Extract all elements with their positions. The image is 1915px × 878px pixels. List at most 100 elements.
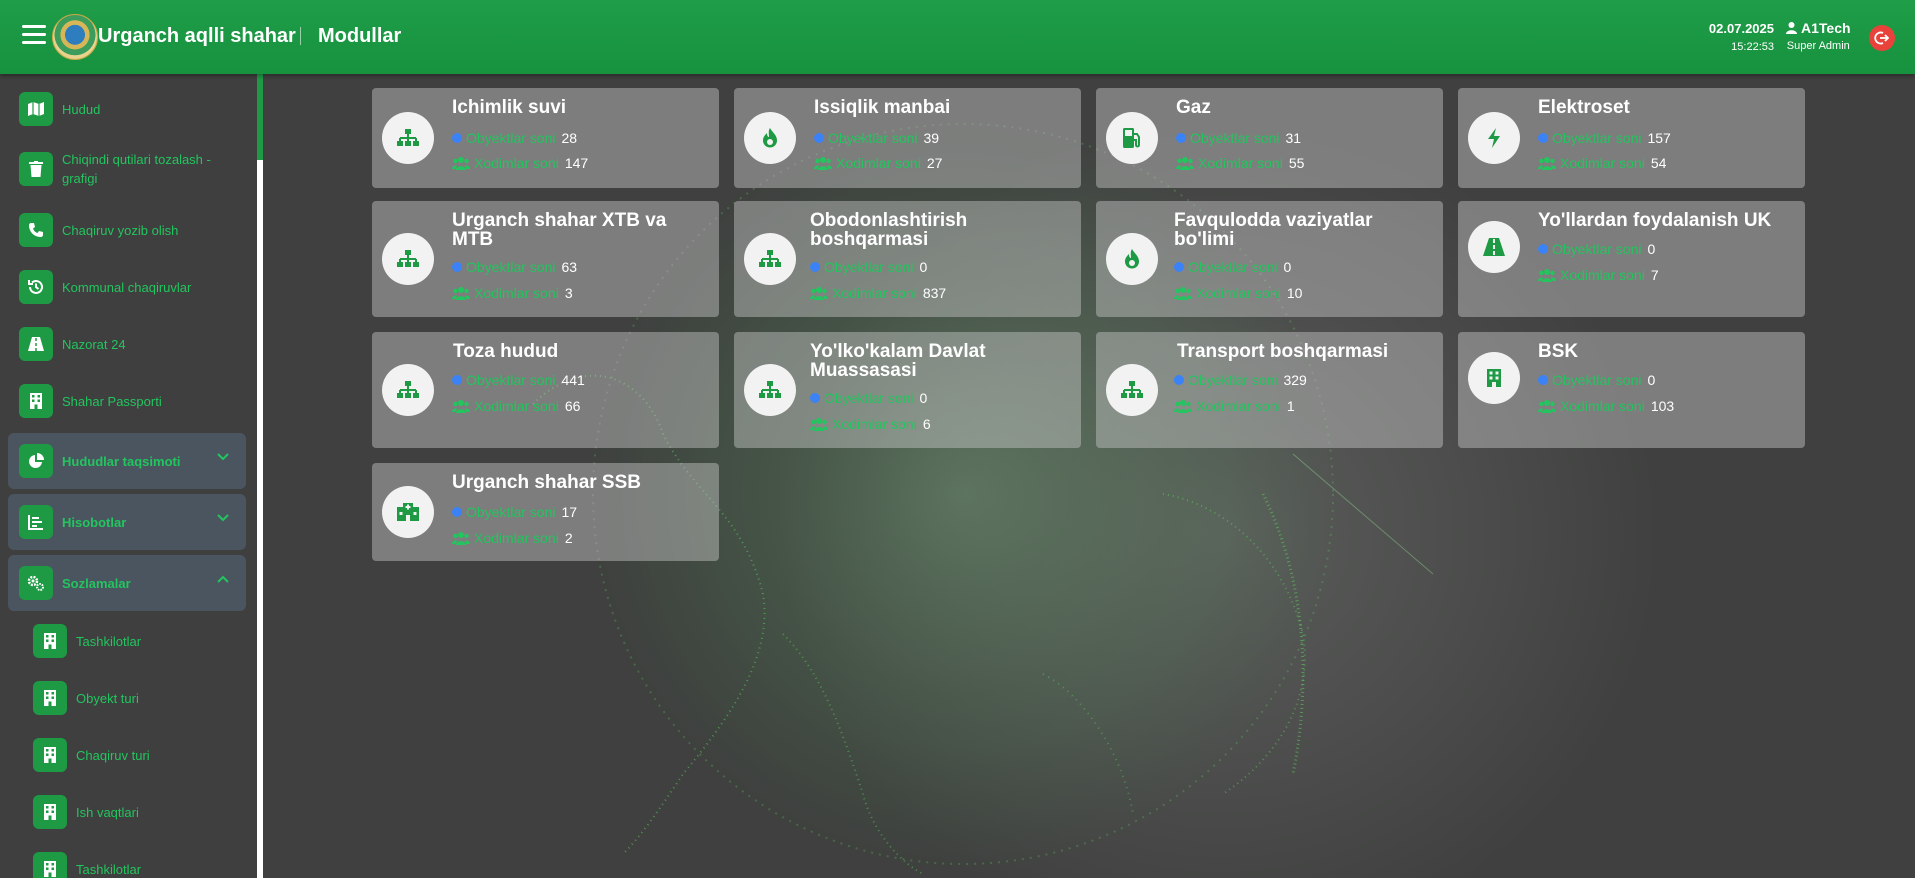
objects-value: 0 [919,390,928,406]
objects-count: Obyektlar soni 17 [452,504,577,520]
sidebar-item-call-record[interactable]: Chaqiruv yozib olish [8,213,246,247]
module-card[interactable]: Elektroset Obyektlar soni 157 Xodimlar so… [1458,88,1805,188]
building-icon [33,681,67,715]
history-icon [19,270,53,304]
module-card[interactable]: Yo'lko'kalam Davlat Muassasasi Obyektlar… [734,332,1081,448]
building-icon [33,795,67,829]
module-card[interactable]: Yo'llardan foydalanish UK Obyektlar soni… [1458,201,1805,317]
sidebar-subitem-organizations[interactable]: Tashkilotlar [8,624,246,658]
users-icon [452,400,470,413]
sidebar-group-label: Sozlamalar [62,575,131,591]
staff-count: Xodimlar soni 147 [452,155,588,171]
module-card[interactable]: Gaz Obyektlar soni 31 Xodimlar soni 55 [1096,88,1443,188]
fire-icon [744,112,796,164]
sidebar: Hudud Chiqindi qutilari tozalash - grafi… [0,74,257,878]
bolt-icon [1468,112,1520,164]
chevron-up-icon [217,575,229,583]
current-time: 15:22:53 [1731,41,1774,53]
sidebar-subitem-organizations-2[interactable]: Tashkilotlar [8,852,246,878]
module-card[interactable]: Obodonlashtirish boshqarmasi Obyektlar s… [734,201,1081,317]
sidebar-item-waste-schedule[interactable]: Chiqindi qutilari tozalash - grafigi [8,150,246,188]
objects-count: Obyektlar soni 63 [452,259,577,275]
objects-count: Obyektlar soni 329 [1174,372,1307,388]
module-card[interactable]: Toza hudud Obyektlar soni 441 Xodimlar so… [372,332,719,448]
menu-toggle-icon[interactable] [22,25,46,45]
module-card[interactable]: Urganch shahar XTB va MTB Obyektlar soni… [372,201,719,317]
users-icon [1176,157,1194,170]
staff-count: Xodimlar soni 1 [1174,398,1295,414]
status-dot-icon [810,262,820,272]
objects-value: 0 [919,259,928,275]
module-title: Elektroset [1538,97,1630,118]
sitemap-icon [744,233,796,285]
app-title: Urganch aqlli shahar [98,25,296,47]
road-icon [19,327,53,361]
staff-value: 66 [564,398,581,414]
sidebar-subitem-object-type[interactable]: Obyekt turi [8,681,246,715]
staff-value: 7 [1650,267,1659,283]
sidebar-item-label: Nazorat 24 [62,336,126,352]
objects-value: 0 [1283,259,1292,275]
staff-count: Xodimlar soni 3 [452,285,573,301]
user-icon [1786,22,1797,34]
module-title: Obodonlashtirish boshqarmasi [810,210,968,250]
status-dot-icon [1538,375,1548,385]
city-emblem-logo [52,14,98,60]
status-dot-icon [1174,375,1184,385]
top-header: Urganch aqlli shahar Modullar 02.07.2025… [0,0,1915,74]
status-dot-icon [1538,244,1548,254]
objects-value: 31 [1285,130,1302,146]
module-card[interactable]: Urganch shahar SSB Obyektlar soni 17 Xodi… [372,463,719,561]
module-card[interactable]: BSK Obyektlar soni 0 Xodimlar soni 103 [1458,332,1805,448]
staff-value: 10 [1286,285,1303,301]
sidebar-item-label: Tashkilotlar [76,861,142,877]
objects-count: Obyektlar soni 441 [452,372,585,388]
sidebar-item-label: Chaqiruv yozib olish [62,222,179,238]
status-dot-icon [452,262,462,272]
objects-value: 17 [561,504,578,520]
staff-value: 3 [564,285,573,301]
objects-count: Obyektlar soni 0 [810,259,927,275]
building-icon [33,852,67,878]
objects-count: Obyektlar soni 0 [1538,372,1655,388]
sitemap-icon [744,364,796,416]
sidebar-item-hudud[interactable]: Hudud [8,92,246,126]
module-card[interactable]: Issiqlik manbai Obyektlar soni 39 Xodimla… [734,88,1081,188]
sidebar-item-communal-calls[interactable]: Kommunal chaqiruvlar [8,270,246,304]
logout-button[interactable] [1869,25,1895,51]
objects-count: Obyektlar soni 31 [1176,130,1301,146]
status-dot-icon [452,507,462,517]
objects-value: 329 [1283,372,1307,388]
sidebar-group-regions[interactable]: Hududlar taqsimoti [8,433,246,489]
sidebar-subitem-work-hours[interactable]: Ish vaqtlari [8,795,246,829]
staff-count: Xodimlar soni 837 [810,285,946,301]
bar-chart-icon [19,505,53,539]
gears-icon [19,566,53,600]
module-card[interactable]: Transport boshqarmasi Obyektlar soni 329 … [1096,332,1443,448]
sitemap-icon [1106,364,1158,416]
sidebar-group-settings[interactable]: Sozlamalar [8,555,246,611]
sidebar-item-label: Ish vaqtlari [76,804,139,820]
staff-count: Xodimlar soni 103 [1538,398,1674,414]
sitemap-icon [382,233,434,285]
user-role: Super Admin [1786,40,1850,52]
sidebar-subitem-call-type[interactable]: Chaqiruv turi [8,738,246,772]
sidebar-item-city-passport[interactable]: Shahar Passporti [8,384,246,418]
sidebar-item-nazorat-24[interactable]: Nazorat 24 [8,327,246,361]
module-card[interactable]: Favqulodda vaziyatlar bo'limi Obyektlar … [1096,201,1443,317]
users-icon [1174,287,1192,300]
module-title: Ichimlik suvi [452,97,567,118]
objects-count: Obyektlar soni 0 [1538,241,1655,257]
users-icon [1538,269,1556,282]
user-info[interactable]: A1Tech Super Admin [1786,20,1851,52]
sidebar-group-reports[interactable]: Hisobotlar [8,494,246,550]
status-dot-icon [1174,262,1184,272]
module-title: Gaz [1176,97,1211,118]
objects-value: 28 [561,130,578,146]
module-title: Favqulodda vaziyatlar bo'limi [1174,210,1373,250]
module-card[interactable]: Ichimlik suvi Obyektlar soni 28 Xodimlar … [372,88,719,188]
status-dot-icon [452,375,462,385]
users-icon [452,157,470,170]
staff-value: 6 [922,416,931,432]
objects-value: 441 [561,372,585,388]
